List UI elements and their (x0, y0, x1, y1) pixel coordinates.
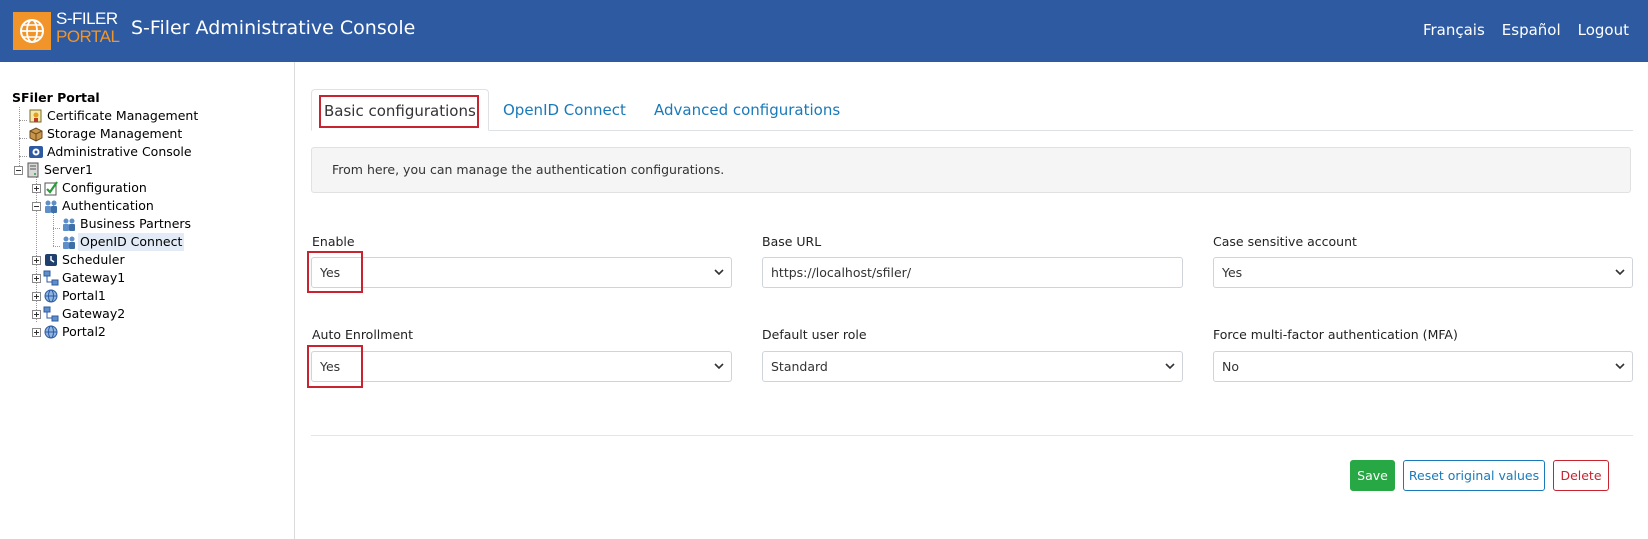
tree-root[interactable]: SFiler Portal (12, 89, 200, 107)
tree-item-label: Scheduler (62, 252, 125, 267)
base-url-label: Base URL (762, 234, 822, 249)
tree-item-gateway1[interactable]: Gateway1 (12, 269, 200, 287)
server-icon (25, 162, 41, 178)
force-mfa-select[interactable]: No (1213, 351, 1633, 382)
expand-icon[interactable] (32, 309, 41, 319)
tree-item-configuration[interactable]: Configuration (12, 179, 200, 197)
save-button[interactable]: Save (1350, 460, 1395, 491)
globe-logo-icon (13, 12, 51, 50)
tree-item-label: Portal1 (62, 288, 106, 303)
highlight-annotation (307, 251, 363, 293)
collapse-icon[interactable] (32, 201, 41, 211)
certificate-icon (28, 108, 44, 124)
case-sensitive-label: Case sensitive account (1213, 234, 1357, 249)
portal-icon (43, 324, 59, 340)
top-nav: Français Español Logout (1406, 21, 1629, 39)
navigation-tree: SFiler Portal Certificate Management Sto… (12, 89, 200, 341)
tree-item-certificate-management[interactable]: Certificate Management (12, 107, 200, 125)
tree-item-gateway2[interactable]: Gateway2 (12, 305, 200, 323)
portal-icon (43, 288, 59, 304)
tree-item-label: Storage Management (47, 126, 183, 141)
logout-link[interactable]: Logout (1578, 21, 1629, 39)
base-url-input[interactable]: https://localhost/sfiler/ (762, 257, 1183, 288)
divider (311, 435, 1633, 436)
lang-espanol-link[interactable]: Español (1502, 21, 1561, 39)
auto-enrollment-select[interactable]: Yes (311, 351, 732, 382)
users-icon (61, 234, 77, 250)
top-header: S-FILER PORTAL S-Filer Administrative Co… (0, 0, 1648, 62)
chevron-down-icon (1615, 363, 1625, 370)
chevron-down-icon (714, 269, 724, 276)
tree-item-administrative-console[interactable]: Administrative Console (12, 143, 200, 161)
collapse-icon[interactable] (14, 165, 23, 175)
expand-icon[interactable] (32, 291, 41, 301)
tree-item-authentication[interactable]: Authentication (12, 197, 200, 215)
tree-item-portal2[interactable]: Portal2 (12, 323, 200, 341)
tree-item-business-partners[interactable]: Business Partners (12, 215, 200, 233)
enable-select[interactable]: Yes (311, 257, 732, 288)
users-icon (43, 198, 59, 214)
config-tabs: Basic configurations OpenID Connect Adva… (311, 89, 1633, 131)
expand-icon[interactable] (32, 273, 41, 283)
logo-line2: PORTAL (56, 27, 120, 46)
brand-logo: S-FILER PORTAL (56, 9, 120, 46)
tree-item-label: Portal2 (62, 324, 106, 339)
tree-item-label: Business Partners (80, 216, 192, 231)
chevron-down-icon (1165, 363, 1175, 370)
tab-openid-connect[interactable]: OpenID Connect (503, 89, 626, 131)
highlight-annotation (319, 95, 479, 128)
chevron-down-icon (714, 363, 724, 370)
expand-icon[interactable] (32, 255, 41, 265)
highlight-annotation (307, 345, 363, 388)
tree-item-label: Server1 (44, 162, 93, 177)
tree-item-server1[interactable]: Server1 (12, 161, 200, 179)
gateway-icon (43, 306, 59, 322)
storage-box-icon (28, 126, 44, 142)
logo-line1: S-FILER (56, 9, 118, 28)
tree-item-portal1[interactable]: Portal1 (12, 287, 200, 305)
reset-original-values-button[interactable]: Reset original values (1403, 460, 1545, 491)
tree-item-label: Administrative Console (47, 144, 192, 159)
default-role-value: Standard (771, 359, 828, 374)
tree-item-label: Gateway2 (62, 306, 126, 321)
case-sensitive-value: Yes (1222, 265, 1243, 280)
force-mfa-value: No (1222, 359, 1239, 374)
tree-item-label: Certificate Management (47, 108, 199, 123)
info-panel: From here, you can manage the authentica… (311, 147, 1631, 193)
lang-francais-link[interactable]: Français (1423, 21, 1485, 39)
auto-enrollment-label: Auto Enrollment (312, 327, 413, 342)
expand-icon[interactable] (32, 327, 41, 337)
enable-label: Enable (312, 234, 355, 249)
admin-console-icon (28, 144, 44, 160)
tree-item-openid-connect[interactable]: OpenID Connect (12, 233, 200, 251)
tree-item-label: Gateway1 (62, 270, 126, 285)
gateway-icon (43, 270, 59, 286)
users-icon (61, 216, 77, 232)
tree-item-label: Configuration (62, 180, 147, 195)
scheduler-icon (43, 252, 59, 268)
tree-item-label: Authentication (62, 198, 154, 213)
expand-icon[interactable] (32, 183, 41, 193)
default-role-label: Default user role (762, 327, 867, 342)
delete-button[interactable]: Delete (1553, 460, 1609, 491)
chevron-down-icon (1615, 269, 1625, 276)
configuration-icon (43, 180, 59, 196)
case-sensitive-select[interactable]: Yes (1213, 257, 1633, 288)
base-url-value: https://localhost/sfiler/ (771, 265, 912, 280)
tree-item-storage-management[interactable]: Storage Management (12, 125, 200, 143)
default-role-select[interactable]: Standard (762, 351, 1183, 382)
app-title: S-Filer Administrative Console (131, 17, 416, 39)
force-mfa-label: Force multi-factor authentication (MFA) (1213, 327, 1458, 342)
tab-advanced-configurations[interactable]: Advanced configurations (654, 89, 840, 131)
tree-item-label: OpenID Connect (78, 233, 185, 251)
sidebar: SFiler Portal Certificate Management Sto… (0, 62, 295, 539)
tree-item-scheduler[interactable]: Scheduler (12, 251, 200, 269)
